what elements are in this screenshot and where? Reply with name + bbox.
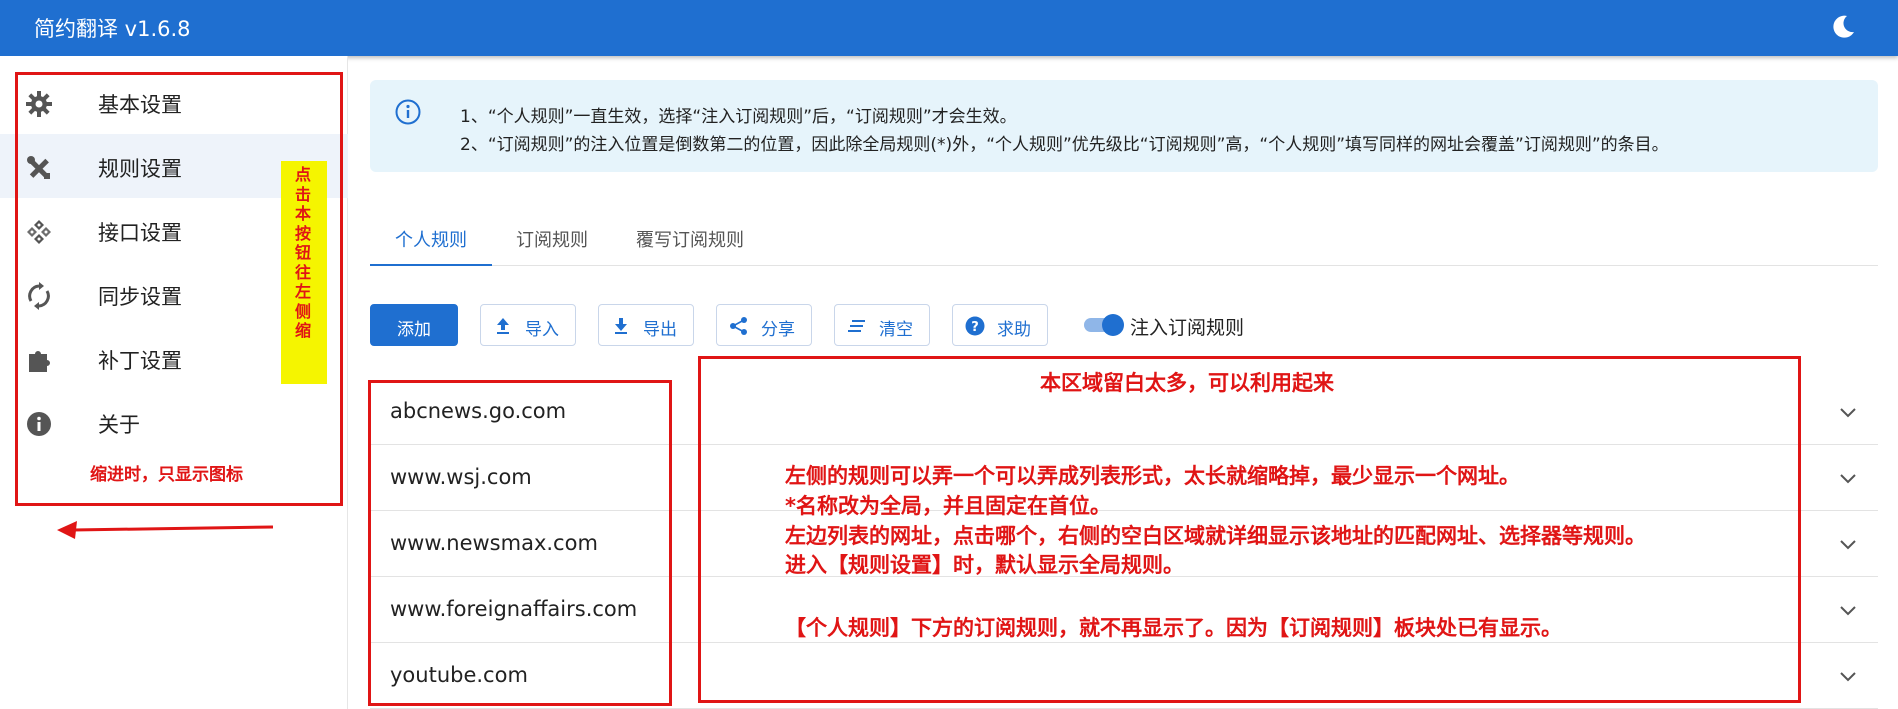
- svg-text:?: ?: [971, 320, 979, 335]
- add-button[interactable]: 添加: [370, 304, 458, 346]
- chevron-down-icon[interactable]: [1838, 534, 1858, 554]
- clear-all-icon: [848, 320, 865, 332]
- share-icon: [730, 317, 747, 335]
- inject-subscription-label: 注入订阅规则: [1130, 317, 1245, 339]
- annotation-note-4: 进入【规则设置】时，默认显示全局规则。: [785, 553, 1184, 577]
- annotation-arrow-left: [57, 521, 274, 539]
- tab-personal-rules[interactable]: 个人规则: [370, 216, 492, 266]
- tab-override-subscription-rules[interactable]: 覆写订阅规则: [612, 216, 768, 266]
- share-button[interactable]: 分享: [716, 304, 812, 346]
- chevron-down-icon[interactable]: [1838, 468, 1858, 488]
- import-button[interactable]: 导入: [480, 304, 576, 346]
- download-icon: [615, 318, 627, 334]
- chevron-down-icon[interactable]: [1838, 402, 1858, 422]
- notice-line-2: 2、“订阅规则”的注入位置是倒数第二的位置，因此除全局规则(*)外，“个人规则”…: [460, 135, 1669, 155]
- chevron-down-icon[interactable]: [1838, 600, 1858, 620]
- rule-tabs: 个人规则 订阅规则 覆写订阅规则: [370, 216, 1878, 266]
- info-circle-icon: [395, 99, 421, 125]
- annotation-blank-area: 本区域留白太多，可以利用起来: [1040, 371, 1334, 395]
- inject-subscription-toggle[interactable]: [1082, 314, 1124, 336]
- help-button[interactable]: ? 求助: [952, 304, 1048, 346]
- app-title: 简约翻译 v1.6.8: [34, 17, 191, 41]
- help-icon: ?: [965, 316, 985, 336]
- app-bar: 简约翻译 v1.6.8: [0, 0, 1898, 56]
- annotation-indent-note: 缩进时，只显示图标: [90, 465, 243, 485]
- annotation-rule-list-box: [368, 380, 672, 706]
- upload-icon: [497, 318, 509, 334]
- annotation-collapse-hint: 点击本按钮往左侧缩: [281, 161, 327, 384]
- clear-button[interactable]: 清空: [834, 304, 930, 346]
- chevron-down-icon[interactable]: [1838, 666, 1858, 686]
- annotation-note-5: 【个人规则】下方的订阅规则，就不再显示了。因为【订阅规则】板块处已有显示。: [785, 616, 1562, 640]
- notice-line-1: 1、“个人规则”一直生效，选择“注入订阅规则”后，“订阅规则”才会生效。: [460, 107, 1017, 127]
- export-button[interactable]: 导出: [598, 304, 694, 346]
- annotation-note-3: 左边列表的网址，点击哪个，右侧的空白区域就详细显示该地址的匹配网址、选择器等规则…: [785, 524, 1646, 548]
- info-alert: 1、“个人规则”一直生效，选择“注入订阅规则”后，“订阅规则”才会生效。 2、“…: [370, 80, 1878, 172]
- tab-subscription-rules[interactable]: 订阅规则: [492, 216, 612, 266]
- annotation-note-2: *名称改为全局，并且固定在首位。: [785, 494, 1111, 518]
- annotation-note-1: 左侧的规则可以弄一个可以弄成列表形式，太长就缩略掉，最少显示一个网址。: [785, 464, 1520, 488]
- moon-icon[interactable]: [1828, 12, 1858, 42]
